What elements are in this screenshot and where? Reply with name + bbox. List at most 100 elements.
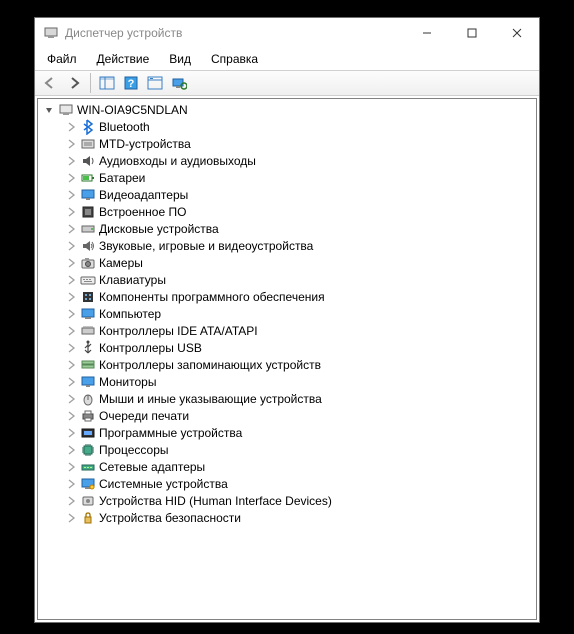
tree-node-label: Мониторы xyxy=(99,375,156,389)
scan-hardware-button[interactable] xyxy=(168,72,190,94)
tree-node[interactable]: Устройства HID (Human Interface Devices) xyxy=(38,492,536,509)
menu-action[interactable]: Действие xyxy=(89,50,158,68)
tree-node[interactable]: Мыши и иные указывающие устройства xyxy=(38,390,536,407)
chevron-right-icon[interactable] xyxy=(64,239,78,253)
display-icon xyxy=(80,187,96,203)
tree-node-label: Компьютер xyxy=(99,307,161,321)
tree-node[interactable]: Компоненты программного обеспечения xyxy=(38,288,536,305)
chevron-right-icon[interactable] xyxy=(64,205,78,219)
device-manager-window: Диспетчер устройств Файл Действие Вид Сп… xyxy=(34,17,540,623)
chevron-right-icon[interactable] xyxy=(64,375,78,389)
chevron-right-icon[interactable] xyxy=(64,511,78,525)
tree-node-label: Очереди печати xyxy=(99,409,189,423)
window-controls xyxy=(404,18,539,48)
chevron-right-icon[interactable] xyxy=(64,307,78,321)
tree-node[interactable]: Встроенное ПО xyxy=(38,203,536,220)
battery-icon xyxy=(80,170,96,186)
chevron-right-icon[interactable] xyxy=(64,188,78,202)
computer-icon xyxy=(58,102,74,118)
cpu-icon xyxy=(80,442,96,458)
keyboard-icon xyxy=(80,272,96,288)
softdev-icon xyxy=(80,425,96,441)
hid-icon xyxy=(80,493,96,509)
back-button[interactable] xyxy=(39,72,61,94)
chevron-right-icon[interactable] xyxy=(64,443,78,457)
chevron-right-icon[interactable] xyxy=(64,409,78,423)
tree-node-label: Мыши и иные указывающие устройства xyxy=(99,392,322,406)
maximize-button[interactable] xyxy=(449,18,494,48)
tree-node[interactable]: Контроллеры запоминающих устройств xyxy=(38,356,536,373)
tree-node-label: Устройства HID (Human Interface Devices) xyxy=(99,494,332,508)
software-icon xyxy=(80,289,96,305)
tree-node[interactable]: Программные устройства xyxy=(38,424,536,441)
chevron-right-icon[interactable] xyxy=(64,137,78,151)
tree-node-label: Батареи xyxy=(99,171,145,185)
tree-node[interactable]: Видеоадаптеры xyxy=(38,186,536,203)
chevron-right-icon[interactable] xyxy=(64,358,78,372)
tree-node[interactable]: Аудиовходы и аудиовыходы xyxy=(38,152,536,169)
usb-icon xyxy=(80,340,96,356)
forward-button[interactable] xyxy=(63,72,85,94)
menu-file[interactable]: Файл xyxy=(39,50,85,68)
tree-node[interactable]: Сетевые адаптеры xyxy=(38,458,536,475)
chevron-right-icon[interactable] xyxy=(64,477,78,491)
tree-node[interactable]: Компьютер xyxy=(38,305,536,322)
print-icon xyxy=(80,408,96,424)
toolbar: ? xyxy=(35,70,539,96)
menu-view[interactable]: Вид xyxy=(161,50,199,68)
chevron-right-icon[interactable] xyxy=(64,290,78,304)
close-button[interactable] xyxy=(494,18,539,48)
minimize-button[interactable] xyxy=(404,18,449,48)
mtd-icon xyxy=(80,136,96,152)
tree-node[interactable]: Bluetooth xyxy=(38,118,536,135)
show-hide-tree-button[interactable] xyxy=(96,72,118,94)
tree-root-node[interactable]: WIN-OIA9C5NDLAN xyxy=(38,101,536,118)
tree-node-label: Системные устройства xyxy=(99,477,228,491)
tree-node-label: Процессоры xyxy=(99,443,169,457)
system-icon xyxy=(80,476,96,492)
tree-node-label: Дисковые устройства xyxy=(99,222,219,236)
svg-text:?: ? xyxy=(128,78,135,90)
tree-node[interactable]: Звуковые, игровые и видеоустройства xyxy=(38,237,536,254)
chevron-down-icon[interactable] xyxy=(42,103,56,117)
chevron-right-icon[interactable] xyxy=(64,494,78,508)
mouse-icon xyxy=(80,391,96,407)
chevron-right-icon[interactable] xyxy=(64,273,78,287)
ide-icon xyxy=(80,323,96,339)
bluetooth-icon xyxy=(80,119,96,135)
chevron-right-icon[interactable] xyxy=(64,392,78,406)
tree-node[interactable]: Системные устройства xyxy=(38,475,536,492)
tree-node-label: MTD-устройства xyxy=(99,137,191,151)
chevron-right-icon[interactable] xyxy=(64,222,78,236)
help-button[interactable]: ? xyxy=(120,72,142,94)
tree-node[interactable]: Мониторы xyxy=(38,373,536,390)
tree-node-label: Камеры xyxy=(99,256,143,270)
device-tree[interactable]: WIN-OIA9C5NDLAN Bluetooth MTD-устройстваА… xyxy=(37,98,537,620)
tree-node[interactable]: Дисковые устройства xyxy=(38,220,536,237)
menu-help[interactable]: Справка xyxy=(203,50,266,68)
tree-node[interactable]: Процессоры xyxy=(38,441,536,458)
tree-node[interactable]: Камеры xyxy=(38,254,536,271)
tree-node[interactable]: Контроллеры IDE ATA/ATAPI xyxy=(38,322,536,339)
tree-node[interactable]: Очереди печати xyxy=(38,407,536,424)
tree-node[interactable]: MTD-устройства xyxy=(38,135,536,152)
computer-icon xyxy=(80,306,96,322)
tree-node-label: Клавиатуры xyxy=(99,273,166,287)
properties-button[interactable] xyxy=(144,72,166,94)
chevron-right-icon[interactable] xyxy=(64,171,78,185)
chevron-right-icon[interactable] xyxy=(64,154,78,168)
tree-node-label: Сетевые адаптеры xyxy=(99,460,205,474)
audio-icon xyxy=(80,153,96,169)
chevron-right-icon[interactable] xyxy=(64,120,78,134)
chevron-right-icon[interactable] xyxy=(64,460,78,474)
tree-node[interactable]: Батареи xyxy=(38,169,536,186)
chevron-right-icon[interactable] xyxy=(64,341,78,355)
titlebar[interactable]: Диспетчер устройств xyxy=(35,18,539,48)
tree-node[interactable]: Клавиатуры xyxy=(38,271,536,288)
chevron-right-icon[interactable] xyxy=(64,256,78,270)
chevron-right-icon[interactable] xyxy=(64,324,78,338)
tree-node[interactable]: Контроллеры USB xyxy=(38,339,536,356)
tree-node-label: Программные устройства xyxy=(99,426,242,440)
chevron-right-icon[interactable] xyxy=(64,426,78,440)
tree-node[interactable]: Устройства безопасности xyxy=(38,509,536,526)
